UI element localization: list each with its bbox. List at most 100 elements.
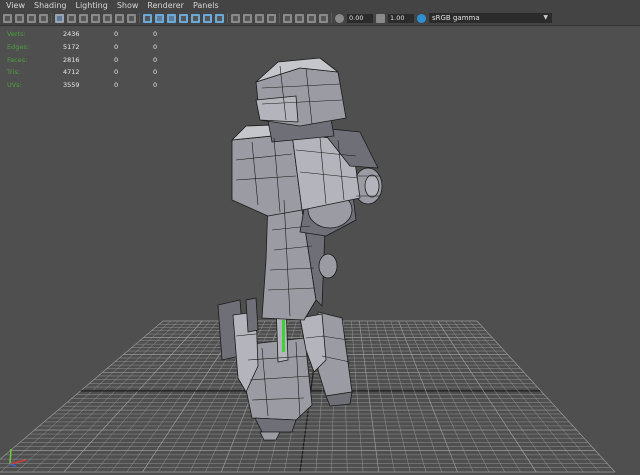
grid-line: [16, 320, 179, 473]
safe-title-icon[interactable]: [127, 13, 136, 23]
gamma-field[interactable]: 1.00: [388, 13, 414, 23]
chevron-down-icon: ▼: [543, 14, 548, 21]
lower-skirt: [254, 417, 297, 433]
xray-icon[interactable]: [295, 13, 304, 23]
hud-value: 3559: [63, 81, 80, 90]
safe-action-icon[interactable]: [115, 13, 124, 23]
grid-line: [126, 320, 234, 473]
robot-model[interactable]: [217, 57, 383, 441]
chest-front: [231, 133, 303, 217]
3d-viewport[interactable]: [0, 26, 640, 475]
selected-piston-highlight: [282, 320, 285, 352]
hud-value: 2436: [63, 30, 80, 38]
view-axis-gizmo: [9, 448, 27, 467]
grid-icon[interactable]: [55, 13, 64, 23]
hud-row: Tris: 4712 0 0: [7, 66, 167, 79]
grid-line: [358, 320, 380, 473]
use-all-lights-icon[interactable]: [203, 13, 212, 23]
hud-value: 0: [114, 81, 119, 90]
grid-line: [374, 320, 411, 473]
hud-value: 0: [114, 42, 119, 51]
exposure-field[interactable]: 0.00: [347, 13, 373, 23]
grid-line: [47, 320, 195, 473]
textured-icon[interactable]: [191, 13, 200, 23]
hud-value: 0: [153, 30, 158, 38]
screen-space-ao-icon[interactable]: [231, 13, 240, 23]
z-axis-icon: [9, 463, 17, 467]
hud-value: 0: [153, 55, 158, 64]
grid-line: [79, 320, 211, 473]
hud-row: Verts: 2436 0 0: [7, 28, 167, 41]
bookmark-icon[interactable]: [27, 13, 36, 23]
viewport-menubar: View Shading Lighting Show Renderer Pane…: [0, 0, 640, 11]
hud-value: 0: [114, 68, 119, 77]
grid-line: [110, 320, 226, 473]
toolbar-separator: [227, 13, 228, 23]
toolbar-separator: [139, 13, 140, 23]
hud-value: 0: [114, 30, 119, 38]
grid-line: [351, 320, 364, 473]
select-camera-icon[interactable]: [3, 13, 12, 23]
hud-label: Tris:: [7, 68, 21, 77]
grid-line: [476, 320, 616, 473]
depth-of-field-icon[interactable]: [267, 13, 276, 23]
grid-line: [398, 320, 458, 473]
grid-line: [95, 320, 219, 473]
menu-lighting[interactable]: Lighting: [75, 0, 107, 11]
wireframe-icon[interactable]: [143, 13, 152, 23]
hud-value: 0: [114, 55, 119, 64]
toolbar-icon-group: [0, 13, 328, 23]
grid-line: [413, 320, 490, 473]
color-space-dropdown[interactable]: sRGB gamma ▼: [429, 13, 552, 23]
film-gate-icon[interactable]: [67, 13, 76, 23]
default-material-icon[interactable]: [179, 13, 188, 23]
hud-row: UVs: 3559 0 0: [7, 79, 167, 92]
color-management-icon[interactable]: [417, 13, 426, 23]
toolbar-separator: [279, 13, 280, 23]
piston-left: [245, 297, 259, 333]
menu-show[interactable]: Show: [117, 0, 139, 11]
menu-shading[interactable]: Shading: [34, 0, 67, 11]
wireframe-on-shaded-icon[interactable]: [167, 13, 176, 23]
hud-label: UVs:: [7, 81, 22, 90]
xray-components-icon[interactable]: [319, 13, 328, 23]
gamma-icon[interactable]: [376, 13, 385, 23]
x-axis-icon: [9, 459, 27, 465]
field-chart-icon[interactable]: [103, 13, 112, 23]
side-joint-sphere: [318, 253, 338, 279]
hud-label: Edges:: [7, 42, 29, 51]
grid-line: [445, 320, 553, 473]
isolate-select-icon[interactable]: [283, 13, 292, 23]
multisample-aa-icon[interactable]: [255, 13, 264, 23]
hud-value: 0: [153, 42, 158, 51]
shadows-icon[interactable]: [215, 13, 224, 23]
foot-tip: [259, 431, 281, 441]
hud-label: Verts:: [7, 30, 26, 38]
menu-panels[interactable]: Panels: [193, 0, 219, 11]
grid-line: [453, 320, 568, 473]
xray-joints-icon[interactable]: [307, 13, 316, 23]
smooth-shade-icon[interactable]: [155, 13, 164, 23]
shoulder-wheel-hub: [364, 174, 380, 198]
grid-line: [437, 320, 537, 473]
hud-label: Faces:: [7, 55, 28, 64]
toolbar-separator: [331, 13, 332, 23]
grid-line: [382, 320, 427, 473]
grid-line: [429, 320, 521, 473]
menu-view[interactable]: View: [6, 0, 25, 11]
camera-attributes-icon[interactable]: [15, 13, 24, 23]
hud-row: Faces: 2816 0 0: [7, 54, 167, 67]
visor: [255, 95, 299, 123]
grid-line: [32, 320, 187, 473]
motion-blur-icon[interactable]: [243, 13, 252, 23]
gate-mask-icon[interactable]: [91, 13, 100, 23]
grid-line: [63, 320, 203, 473]
hud-value: 4712: [63, 68, 80, 77]
resolution-gate-icon[interactable]: [79, 13, 88, 23]
hud-value: 2816: [63, 55, 80, 64]
image-plane-icon[interactable]: [39, 13, 48, 23]
exposure-icon[interactable]: [335, 13, 344, 23]
hud-row: Edges: 5172 0 0: [7, 41, 167, 54]
menu-renderer[interactable]: Renderer: [147, 0, 184, 11]
hud-value: 0: [153, 68, 158, 77]
